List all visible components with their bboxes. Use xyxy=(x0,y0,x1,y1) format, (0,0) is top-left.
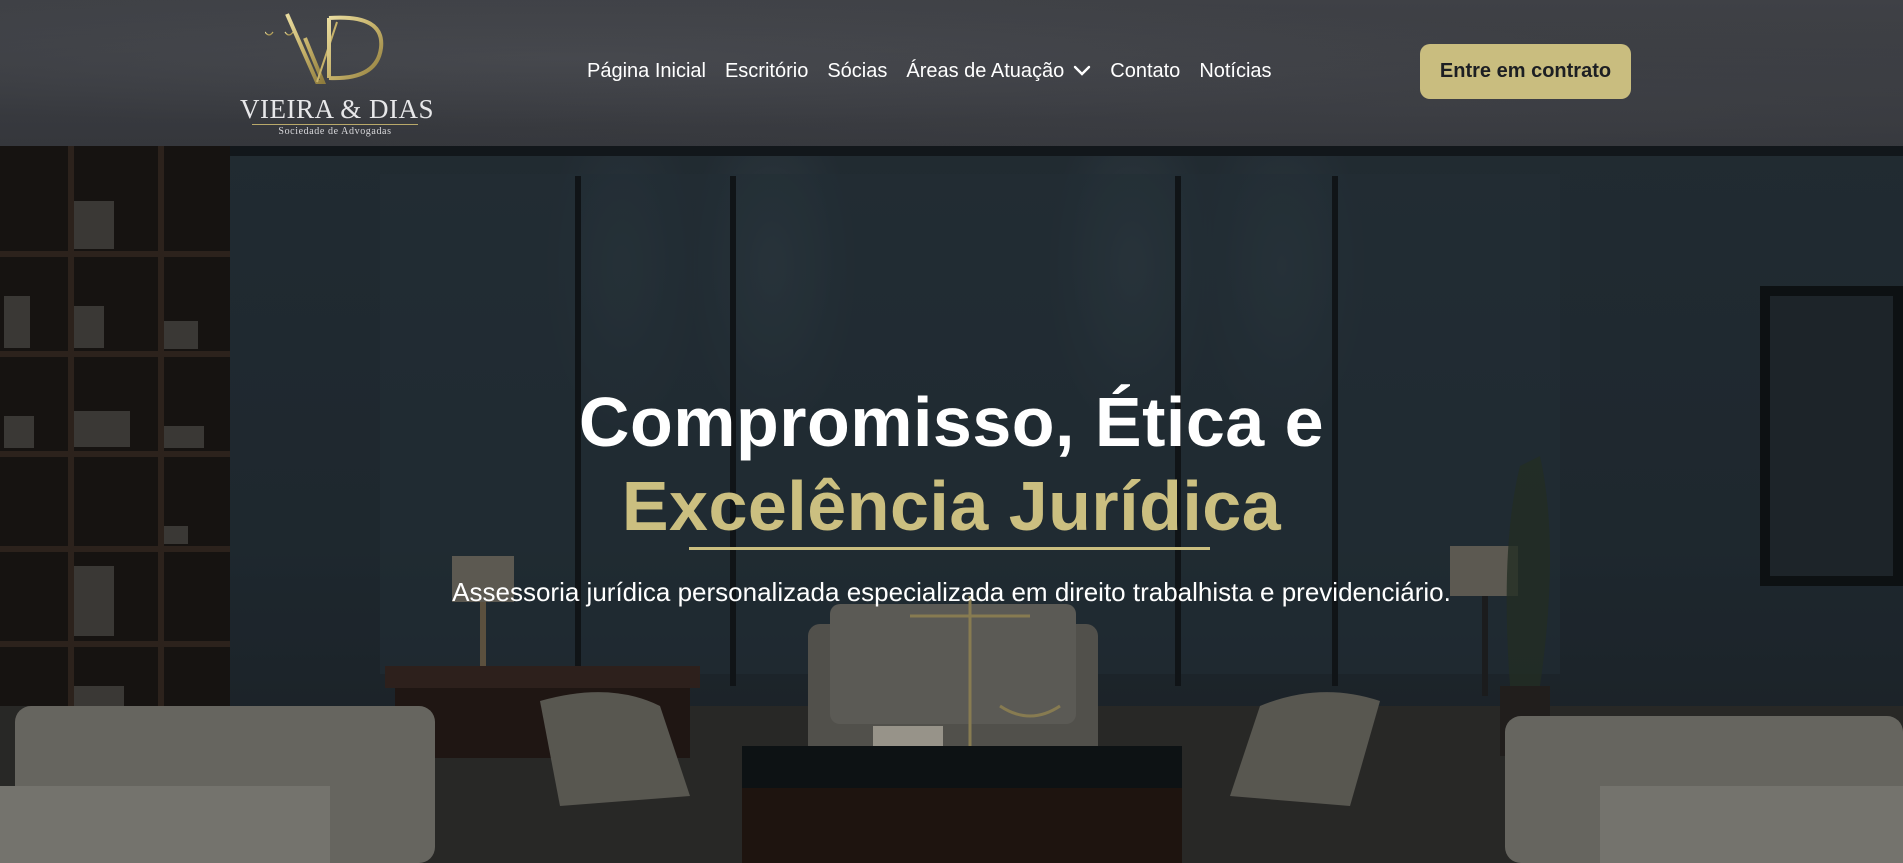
nav-item-pagina-inicial[interactable]: Página Inicial xyxy=(587,60,706,83)
hero-title-underline xyxy=(689,547,1210,550)
logo-divider xyxy=(252,124,418,125)
nav-item-noticias[interactable]: Notícias xyxy=(1199,60,1271,83)
hero-section: Compromisso, Ética e Excelência Jurídica… xyxy=(0,146,1903,863)
nav-item-areas-de-atuacao[interactable]: Áreas de Atuação xyxy=(906,60,1091,83)
chevron-down-icon xyxy=(1074,65,1091,76)
hero-title-line2: Excelência Jurídica xyxy=(621,467,1282,545)
main-nav: Página Inicial Escritório Sócias Áreas d… xyxy=(587,56,1272,86)
nav-item-label: Escritório xyxy=(724,59,809,82)
logo-tagline: Sociedade de Advogadas xyxy=(278,126,392,137)
nav-item-label: Contato xyxy=(1110,59,1181,82)
hero-title: Compromisso, Ética e Excelência Jurídica xyxy=(0,380,1903,548)
nav-item-escritorio[interactable]: Escritório xyxy=(725,60,808,83)
contact-cta-button[interactable]: Entre em contrato xyxy=(1420,44,1631,99)
site-header: VIEIRA & DIAS Sociedade de Advogadas Pág… xyxy=(0,0,1903,146)
nav-item-socias[interactable]: Sócias xyxy=(827,60,887,83)
nav-item-label: Sócias xyxy=(827,59,888,82)
logo-name: VIEIRA & DIAS xyxy=(240,94,434,124)
nav-item-contato[interactable]: Contato xyxy=(1110,60,1180,83)
hero-title-line1: Compromisso, Ética e xyxy=(578,383,1325,461)
logo-monogram-icon xyxy=(265,13,384,84)
nav-item-label: Áreas de Atuação xyxy=(906,59,1065,82)
nav-item-label: Notícias xyxy=(1199,59,1272,82)
logo[interactable]: VIEIRA & DIAS Sociedade de Advogadas xyxy=(240,8,434,137)
nav-item-label: Página Inicial xyxy=(587,59,706,82)
hero-subtitle: Assessoria jurídica personalizada especi… xyxy=(452,577,1451,607)
